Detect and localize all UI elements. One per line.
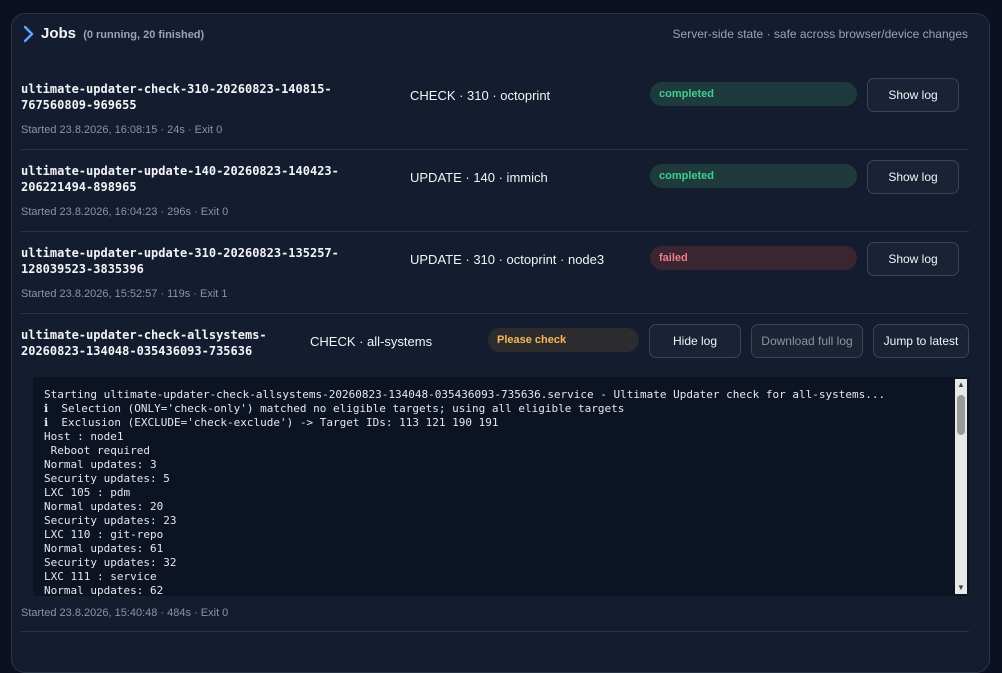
job-meta: Started 23.8.2026, 16:08:15 · 24s · Exit…: [21, 124, 223, 136]
scroll-up-arrow-icon[interactable]: ▲: [955, 379, 967, 391]
hide-log-button[interactable]: Hide log: [649, 324, 741, 358]
jump-to-latest-button[interactable]: Jump to latest: [873, 324, 969, 358]
download-full-log-button[interactable]: Download full log: [751, 324, 863, 358]
log-scrollbar[interactable]: ▲ ▼: [955, 379, 967, 594]
jobs-summary: (0 running, 20 finished): [83, 29, 205, 41]
job-description: UPDATE · 140 · immich: [410, 170, 548, 185]
job-row: ultimate-updater-update-140-20260823-140…: [21, 150, 969, 232]
job-description: CHECK · all-systems: [310, 334, 433, 349]
job-row: ultimate-updater-check-310-20260823-1408…: [21, 68, 969, 150]
log-line: Host : node1: [44, 430, 124, 443]
log-line: Starting ultimate-updater-check-allsyste…: [44, 388, 886, 401]
scrollbar-thumb[interactable]: [957, 395, 965, 435]
job-id: ultimate-updater-check-allsystems- 20260…: [21, 328, 267, 358]
log-line: Security updates: 23: [44, 514, 177, 527]
jobs-header[interactable]: Jobs (0 running, 20 finished) Server-sid…: [22, 24, 968, 46]
log-line: Security updates: 5: [44, 472, 170, 485]
jobs-title: Jobs (0 running, 20 finished): [41, 25, 204, 42]
log-line: LXC 111 : service: [44, 570, 157, 583]
status-badge: Please check: [488, 328, 639, 352]
status-badge: completed: [650, 164, 857, 188]
job-id: ultimate-updater-check-310-20260823-1408…: [21, 82, 332, 112]
status-badge: completed: [650, 82, 857, 106]
log-line: Security updates: 32: [44, 556, 177, 569]
job-id: ultimate-updater-update-140-20260823-140…: [21, 164, 339, 194]
job-meta: Started 23.8.2026, 16:04:23 · 296s · Exi…: [21, 206, 229, 218]
log-line: Normal updates: 61: [44, 542, 164, 555]
job-description: UPDATE · 310 · octoprint · node3: [410, 252, 605, 267]
log-line: Normal updates: 62: [44, 584, 164, 596]
log-line: LXC 105 : pdm: [44, 486, 131, 499]
log-line: ℹ Exclusion (EXCLUDE='check-exclude') ->…: [44, 416, 499, 429]
log-line: Normal updates: 3: [44, 458, 157, 471]
log-line: ℹ Selection (ONLY='check-only') matched …: [44, 402, 625, 415]
state-note: Server-side state · safe across browser/…: [672, 27, 968, 41]
job-row: ultimate-updater-update-310-20260823-135…: [21, 232, 969, 314]
show-log-button[interactable]: Show log: [867, 242, 959, 276]
show-log-button[interactable]: Show log: [867, 78, 959, 112]
job-id: ultimate-updater-update-310-20260823-135…: [21, 246, 339, 276]
log-output[interactable]: Starting ultimate-updater-check-allsyste…: [44, 388, 944, 596]
log-line: Normal updates: 20: [44, 500, 164, 513]
log-viewer[interactable]: Starting ultimate-updater-check-allsyste…: [33, 377, 969, 596]
show-log-button[interactable]: Show log: [867, 160, 959, 194]
job-description: CHECK · 310 · octoprint: [410, 88, 551, 103]
scroll-down-arrow-icon[interactable]: ▼: [955, 582, 967, 594]
log-line: LXC 110 : git-repo: [44, 528, 164, 541]
job-meta: Started 23.8.2026, 15:40:48 · 484s · Exi…: [21, 607, 229, 619]
chevron-right-icon[interactable]: [22, 25, 36, 43]
status-badge: failed: [650, 246, 857, 270]
log-line: Reboot required: [44, 444, 150, 457]
jobs-title-text: Jobs: [41, 25, 77, 42]
job-meta: Started 23.8.2026, 15:52:57 · 119s · Exi…: [21, 288, 228, 300]
